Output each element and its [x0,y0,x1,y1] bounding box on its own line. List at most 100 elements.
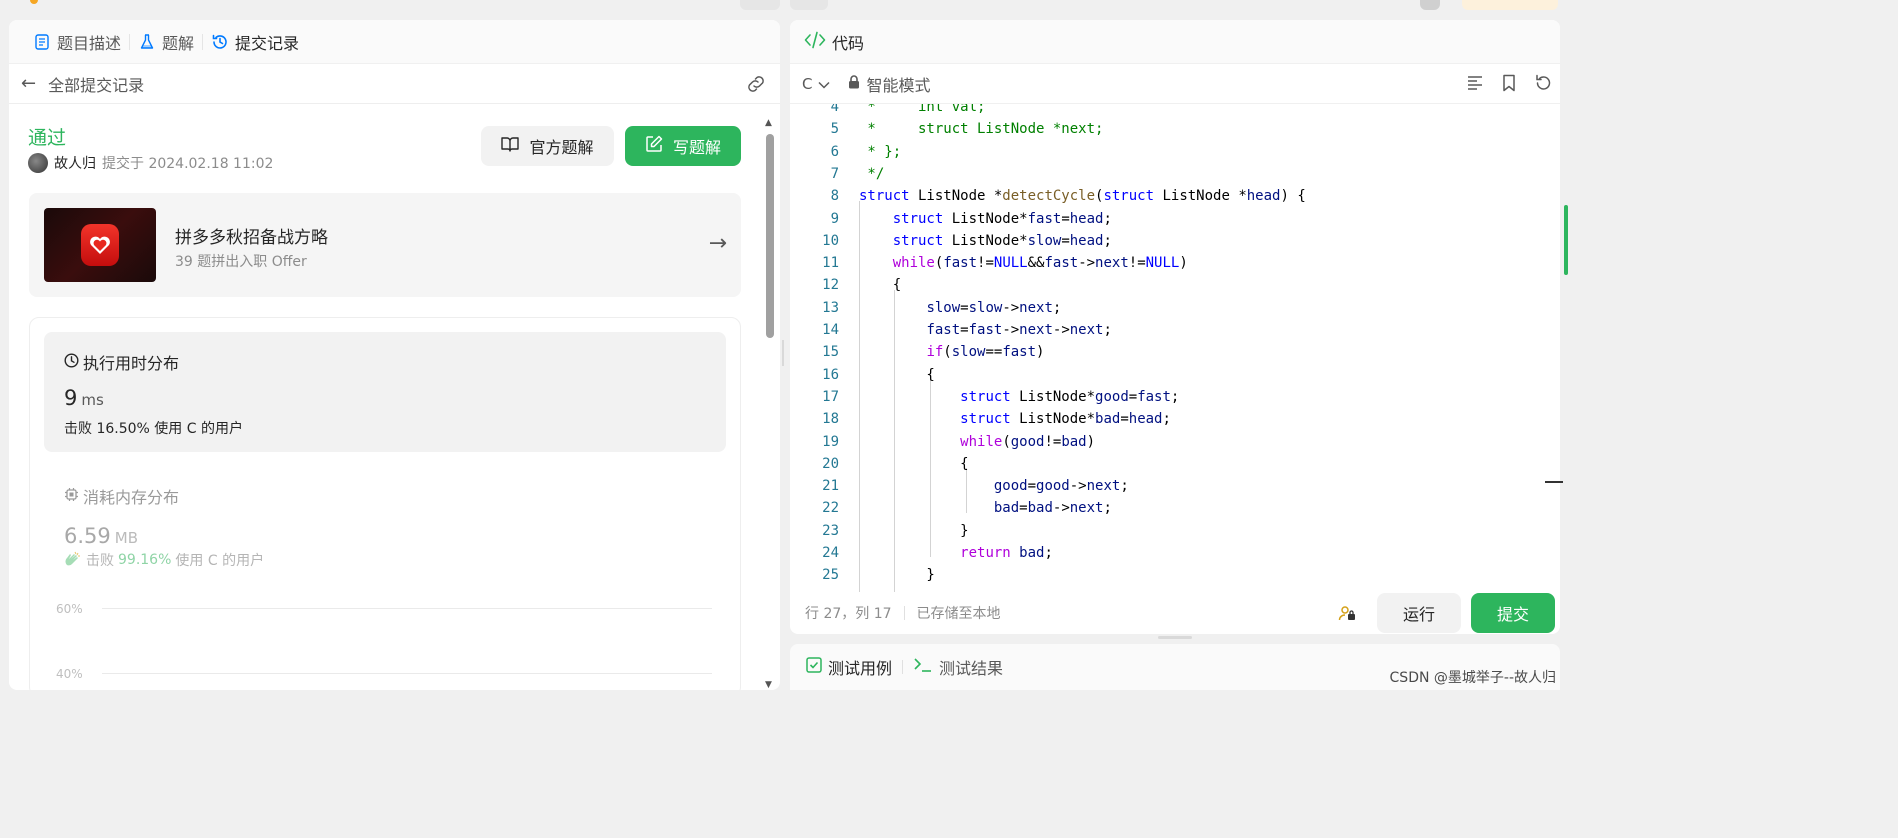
tab-solutions[interactable]: 题解 [130,20,202,64]
code-line[interactable]: 8 struct ListNode *detectCycle(struct Lis… [790,185,1560,207]
line-code: if(slow==fast) [926,344,1045,361]
tab-description[interactable]: 题目描述 [25,20,129,64]
line-code: while(good!=bad) [960,433,1096,450]
line-number: 10 [822,232,839,249]
line-number: 13 [822,299,839,316]
code-line[interactable]: 12 { [790,274,1560,296]
save-status: 已存储至本地 [916,606,1001,622]
editor-toolbar: C 智能模式 [790,64,1560,104]
chart-y-label: 60% [56,602,83,616]
avatar[interactable] [28,153,48,173]
left-tab-bar: 题目描述 题解 提交记录 [9,20,780,64]
code-line[interactable]: 20 { [790,453,1560,475]
code-line[interactable]: 14 fast=fast->next->next; [790,319,1560,341]
official-solution-button[interactable]: 官方题解 [481,126,614,166]
code-line[interactable]: 9 struct ListNode*fast=head; [790,208,1560,230]
code-line[interactable]: 4 * int val; [790,104,1560,118]
tab-test-result[interactable]: 测试结果 [913,655,1003,679]
submit-button[interactable]: 提交 [1471,593,1555,633]
run-button[interactable]: 运行 [1377,593,1461,633]
scroll-down-icon[interactable]: ▼ [765,680,772,690]
checkbox-icon [806,657,822,677]
code-line[interactable]: 23 } [790,520,1560,542]
code-line[interactable]: 21 good=good->next; [790,475,1560,497]
line-number: 23 [822,522,839,539]
language-select[interactable]: C [802,75,831,93]
code-editor[interactable]: 4 * int val; 5 * struct ListNode *next; 6 … [790,104,1560,592]
code-line[interactable]: 13 slow=slow->next; [790,297,1560,319]
runtime-section[interactable]: 执行用时分布 9 ms 击败 16.50% 使用 C 的用户 [44,332,726,452]
premium-button[interactable] [1462,0,1558,10]
arrow-right-icon[interactable]: → [709,231,727,256]
runtime-unit: ms [81,391,104,409]
code-line[interactable]: 15 if(slow==fast) [790,341,1560,363]
line-code: return bad; [960,545,1053,561]
line-code: * }; [859,143,902,160]
link-icon[interactable] [746,75,766,97]
tab-divider [902,660,904,674]
reset-icon[interactable] [1534,74,1552,96]
chart-y-label: 40% [56,667,83,681]
line-number: 25 [822,567,839,584]
write-solution-button[interactable]: 写题解 [625,126,741,166]
code-line[interactable]: 25 } [790,564,1560,586]
code-line[interactable]: 11 while(fast!=NULL&&fast->next!=NULL) [790,252,1560,274]
tab-label: 题解 [162,33,195,53]
beats-prefix: 击败 [86,553,114,569]
user-avatar[interactable] [1420,0,1440,10]
vertical-resize-handle[interactable] [1158,636,1192,639]
code-line[interactable]: 18 struct ListNode*bad=head; [790,408,1560,430]
mode-select[interactable]: 智能模式 [848,72,931,96]
code-line[interactable]: 5 * struct ListNode *next; [790,118,1560,140]
arrow-left-icon[interactable]: ← [21,73,36,94]
line-number: 19 [822,433,839,450]
chevron-down-icon [818,75,831,93]
line-code: struct ListNode*slow=head; [892,232,1112,249]
submission-detail: 通过 故人归 提交于 2024.02.18 11:02 官方题解 写题解 拼多多… [9,105,780,690]
scrollbar-thumb[interactable] [766,134,774,338]
tab-submissions[interactable]: 提交记录 [203,20,307,64]
performance-card: 执行用时分布 9 ms 击败 16.50% 使用 C 的用户 消耗内存分布 6.5… [29,317,741,690]
code-line[interactable]: 22 bad=bad->next; [790,497,1560,519]
line-number: 15 [822,344,839,361]
memory-beats-pct: 99.16% [118,552,172,568]
code-line[interactable]: 16 { [790,364,1560,386]
chip-icon [64,487,79,506]
code-line[interactable]: 10 struct ListNode*slow=head; [790,230,1560,252]
line-number: 17 [822,388,839,405]
format-icon[interactable] [1466,74,1484,96]
top-button[interactable] [740,0,780,10]
line-code: * struct ListNode *next; [859,121,1104,138]
book-icon [501,136,520,156]
submitter-name[interactable]: 故人归 [54,153,96,173]
official-solution-label: 官方题解 [529,138,594,157]
scroll-up-icon[interactable]: ▲ [765,118,772,128]
code-line[interactable]: 19 while(good!=bad) [790,431,1560,453]
code-line[interactable]: 17 struct ListNode*good=fast; [790,386,1560,408]
runtime-beats-pct: 16.50% [96,421,150,437]
promo-image [44,208,156,282]
line-code: slow=slow->next; [926,299,1062,316]
beats-suffix: 使用 C 的用户 [175,553,265,569]
bookmark-icon[interactable] [1500,74,1518,96]
line-number: 18 [822,411,839,428]
ai-assistant-icon[interactable] [1338,604,1356,626]
scrollbar[interactable]: ▲ ▼ [765,118,775,690]
memory-beats: 击败 99.16% 使用 C 的用户 [64,550,264,570]
memory-section[interactable]: 消耗内存分布 6.59 MB 击败 99.16% 使用 C 的用户 [64,484,264,570]
tab-label: 测试用例 [828,659,893,678]
memory-heading: 消耗内存分布 [64,484,264,508]
code-line[interactable]: 24 return bad; [790,542,1560,564]
line-code: { [859,366,935,383]
promo-banner[interactable]: 拼多多秋招备战方略 39 题拼出入职 Offer → [29,193,741,297]
editor-footer: 行 27，列 17 已存储至本地 运行 提交 [790,592,1560,634]
terminal-icon [913,657,933,677]
code-line[interactable]: 7 */ [790,163,1560,185]
top-button[interactable] [790,0,828,10]
tab-testcase[interactable]: 测试用例 [806,655,892,679]
code-line[interactable]: 6 * }; [790,141,1560,163]
line-number: 16 [822,366,839,383]
submit-time: 提交于 2024.02.18 11:02 [102,156,274,172]
panel-resize-handle[interactable] [782,340,786,366]
beats-prefix: 击败 [64,421,92,437]
